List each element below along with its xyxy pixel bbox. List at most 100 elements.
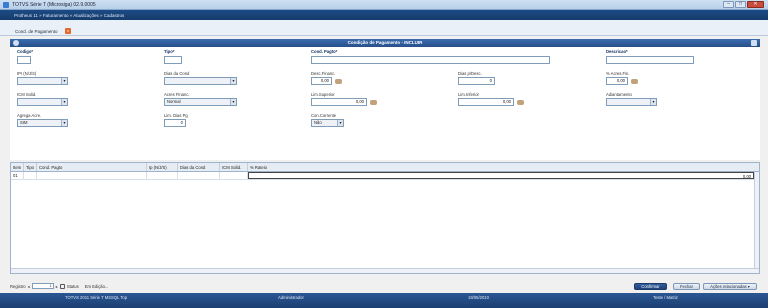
horizontal-scrollbar[interactable]: [11, 268, 759, 273]
confirm-button[interactable]: Confirmar: [634, 283, 667, 290]
registro-label: Registro: [10, 283, 26, 289]
app-icon: [3, 1, 9, 8]
agrega-acre-select[interactable]: SIM ▾: [17, 119, 68, 127]
chevron-down-icon: ▾: [230, 78, 236, 84]
tipo-label: Tipo*: [164, 49, 175, 54]
col-cond-pagto[interactable]: Cond. Pagto: [37, 163, 147, 171]
version-text: TOTVS 2011 Série T MSSQL Top: [65, 295, 128, 300]
descricao-input[interactable]: [606, 56, 694, 64]
window-titlebar: TOTVS Série T (Microsiga) 02.9.0005 – □ …: [0, 0, 768, 10]
close-window-button[interactable]: ✕: [747, 1, 764, 8]
lim-superior-label: Lim.Superior: [311, 92, 335, 97]
chevron-down-icon: ▾: [230, 99, 236, 105]
lim-inferior-label: Lim.Inferior: [458, 92, 479, 97]
chevron-down-icon: ▾: [747, 284, 750, 289]
col-tipo[interactable]: Tipo: [24, 163, 37, 171]
calculator-icon[interactable]: [370, 100, 377, 105]
acres-financ-select[interactable]: Normal ▾: [164, 98, 237, 106]
date-text: 19/05/2010: [468, 295, 489, 300]
agrega-acre-label: Agrega Acre.: [17, 113, 42, 118]
chevron-down-icon: ▾: [61, 99, 67, 105]
cell-rateio[interactable]: 0,00: [248, 172, 754, 179]
status-icon: [59, 283, 65, 289]
dias-desc-input[interactable]: 0: [458, 77, 495, 85]
environment-text: Teste / Matriz: [653, 295, 678, 300]
window-controls: – □ ✕: [723, 1, 764, 8]
ipi-select[interactable]: ▾: [17, 77, 68, 85]
agrega-acre-value: SIM: [20, 120, 28, 125]
acres-fin-pct-input[interactable]: 0,00: [606, 77, 628, 85]
panel-icon: [13, 40, 19, 46]
cond-pagto-input[interactable]: [311, 56, 550, 64]
minimize-button[interactable]: –: [723, 1, 734, 8]
col-item[interactable]: Item: [11, 163, 24, 171]
close-button[interactable]: Fechar: [673, 283, 700, 290]
cell-tipo[interactable]: [24, 172, 37, 179]
con-corrente-value: Não: [314, 120, 322, 125]
lim-inferior-input[interactable]: 0,00: [458, 98, 514, 106]
ipi-label: IPI (N/J/S): [17, 71, 37, 76]
col-rateio[interactable]: % Rateio: [248, 163, 759, 171]
cell-item[interactable]: 01: [11, 172, 24, 179]
desc-financ-input[interactable]: 0,00: [311, 77, 332, 85]
page-input[interactable]: 1: [31, 283, 54, 289]
cond-pagto-label: Cond. Pagto*: [311, 49, 338, 54]
col-icm-solid[interactable]: ICM Solid.: [220, 163, 248, 171]
chevron-down-icon: ▾: [650, 99, 656, 105]
lim-dias-pg-label: Lim. Dias Pg: [164, 113, 188, 118]
related-actions-label: Ações relacionadas: [710, 284, 747, 289]
pager: ◂ 1 ▸ Status Em Edição...: [28, 283, 109, 289]
acres-financ-value: Normal: [167, 99, 181, 104]
tipo-input[interactable]: [164, 56, 182, 64]
tab-close-icon[interactable]: x: [65, 28, 71, 34]
calculator-icon[interactable]: [335, 79, 342, 84]
vertical-scrollbar[interactable]: [754, 172, 759, 268]
cell-cond-pagto[interactable]: [37, 172, 147, 179]
adiantamento-select[interactable]: ▾: [606, 98, 657, 106]
con-corrente-label: Con.Corrente: [311, 113, 337, 118]
user-text: Administrador: [278, 295, 304, 300]
dias-cond-select[interactable]: ▾: [164, 77, 237, 85]
dias-cond-label: Dias da Cond: [164, 71, 190, 76]
cell-ipi[interactable]: [147, 172, 178, 179]
status-bar: TOTVS 2011 Série T MSSQL Top Administrad…: [0, 293, 768, 308]
cell-icm-solid[interactable]: [220, 172, 248, 179]
dias-desc-label: Dias p/Desc.: [458, 71, 482, 76]
next-page-icon[interactable]: ▸: [56, 284, 58, 289]
grid-header: Item Tipo Cond. Pagto Ip (N/J/S) Dias da…: [11, 163, 759, 172]
breadcrumb: Protheus 11 » Faturamento » Atualizações…: [0, 10, 768, 20]
desc-financ-label: Desc.Financ.: [311, 71, 336, 76]
icm-solid-select[interactable]: ▾: [17, 98, 68, 106]
tab-strip: Cond. de Pagamento x: [0, 20, 768, 36]
col-dias-cond[interactable]: Dias da Cond: [178, 163, 220, 171]
calculator-icon[interactable]: [631, 79, 638, 84]
acres-financ-label: Acres Financ.: [164, 92, 190, 97]
items-grid: Item Tipo Cond. Pagto Ip (N/J/S) Dias da…: [10, 162, 760, 274]
breadcrumb-text: Protheus 11 » Faturamento » Atualizações…: [14, 12, 125, 18]
icm-solid-label: ICM Solid.: [17, 92, 37, 97]
codigo-label: Codigo*: [17, 49, 34, 54]
panel-collapse-icon[interactable]: [751, 40, 757, 46]
chevron-down-icon: ▾: [337, 120, 343, 126]
descricao-label: Descricao*: [606, 49, 628, 54]
related-actions-button[interactable]: Ações relacionadas ▾: [703, 283, 757, 290]
lim-dias-pg-input[interactable]: 0: [164, 119, 186, 127]
con-corrente-select[interactable]: Não ▾: [311, 119, 344, 127]
tab-cond-pagamento[interactable]: Cond. de Pagamento: [15, 29, 58, 34]
maximize-button[interactable]: □: [735, 1, 746, 8]
acres-fin-pct-label: % Acres.Fin.: [606, 71, 630, 76]
codigo-input[interactable]: [17, 56, 31, 64]
window-title: TOTVS Série T (Microsiga) 02.9.0005: [12, 1, 96, 8]
edit-status-text: Em Edição...: [84, 283, 109, 289]
calculator-icon[interactable]: [517, 100, 524, 105]
panel-header: Condição de Pagamento - INCLUIR: [10, 39, 760, 47]
col-ipi[interactable]: Ip (N/J/S): [147, 163, 178, 171]
chevron-down-icon: ▾: [61, 78, 67, 84]
form-area: Codigo* Tipo* Cond. Pagto* Descricao* IP…: [10, 47, 760, 160]
adiantamento-label: Adiantamento: [606, 92, 632, 97]
lim-superior-input[interactable]: 0,00: [311, 98, 367, 106]
status-label: Status: [66, 283, 79, 289]
cell-dias-cond[interactable]: [178, 172, 220, 179]
prev-page-icon[interactable]: ◂: [28, 284, 30, 289]
table-row[interactable]: 01 0,00: [11, 172, 759, 180]
